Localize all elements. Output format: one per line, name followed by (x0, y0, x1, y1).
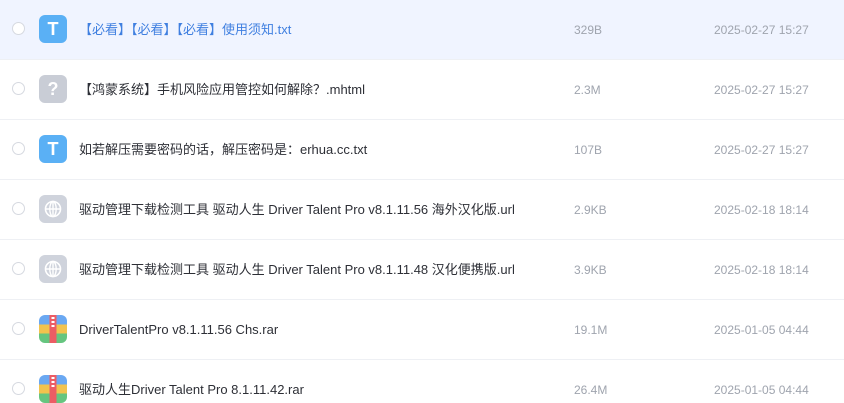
file-size: 329B (574, 23, 603, 37)
file-date: 2025-01-05 04:44 (714, 323, 809, 337)
file-name[interactable]: 驱动人生Driver Talent Pro 8.1.11.42.rar (79, 382, 519, 398)
web-link-icon (39, 255, 67, 283)
file-date: 2025-02-18 18:14 (714, 263, 809, 277)
file-name[interactable]: 驱动管理下载检测工具 驱动人生 Driver Talent Pro v8.1.1… (79, 262, 519, 278)
file-name[interactable]: 【必看】【必看】【必看】使用须知.txt (79, 22, 519, 38)
file-size: 19.1M (574, 323, 608, 337)
file-row[interactable]: ? 【鸿蒙系统】手机风险应用管控如何解除？.mhtml 2.3M 2025-02… (0, 60, 844, 120)
archive-file-icon (39, 315, 67, 343)
file-row[interactable]: 驱动人生Driver Talent Pro 8.1.11.42.rar 26.4… (0, 360, 844, 403)
row-checkbox[interactable] (12, 142, 25, 155)
file-list: T 【必看】【必看】【必看】使用须知.txt 329B 2025-02-27 1… (0, 0, 844, 403)
row-checkbox[interactable] (12, 202, 25, 215)
file-date: 2025-02-27 15:27 (714, 83, 809, 97)
file-name[interactable]: 驱动管理下载检测工具 驱动人生 Driver Talent Pro v8.1.1… (79, 202, 519, 218)
file-size: 107B (574, 143, 603, 157)
row-checkbox[interactable] (12, 322, 25, 335)
web-link-icon (39, 195, 67, 223)
file-row[interactable]: 驱动管理下载检测工具 驱动人生 Driver Talent Pro v8.1.1… (0, 180, 844, 240)
file-size: 2.9KB (574, 203, 607, 217)
unknown-file-icon: ? (39, 75, 67, 103)
file-date: 2025-01-05 04:44 (714, 383, 809, 397)
row-checkbox[interactable] (12, 382, 25, 395)
file-name[interactable]: 如若解压需要密码的话，解压密码是：erhua.cc.txt (79, 142, 519, 158)
row-checkbox[interactable] (12, 22, 25, 35)
row-checkbox[interactable] (12, 82, 25, 95)
row-checkbox[interactable] (12, 262, 25, 275)
file-date: 2025-02-27 15:27 (714, 23, 809, 37)
file-row[interactable]: T 如若解压需要密码的话，解压密码是：erhua.cc.txt 107B 202… (0, 120, 844, 180)
file-row[interactable]: 驱动管理下载检测工具 驱动人生 Driver Talent Pro v8.1.1… (0, 240, 844, 300)
file-row[interactable]: T 【必看】【必看】【必看】使用须知.txt 329B 2025-02-27 1… (0, 0, 844, 60)
file-date: 2025-02-27 15:27 (714, 143, 809, 157)
file-name[interactable]: 【鸿蒙系统】手机风险应用管控如何解除？.mhtml (79, 82, 519, 98)
file-name[interactable]: DriverTalentPro v8.1.11.56 Chs.rar (79, 322, 519, 338)
file-row[interactable]: DriverTalentPro v8.1.11.56 Chs.rar 19.1M… (0, 300, 844, 360)
file-size: 26.4M (574, 383, 608, 397)
file-date: 2025-02-18 18:14 (714, 203, 809, 217)
file-size: 3.9KB (574, 263, 607, 277)
file-size: 2.3M (574, 83, 601, 97)
archive-file-icon (39, 375, 67, 403)
txt-file-icon: T (39, 15, 67, 43)
txt-file-icon: T (39, 135, 67, 163)
